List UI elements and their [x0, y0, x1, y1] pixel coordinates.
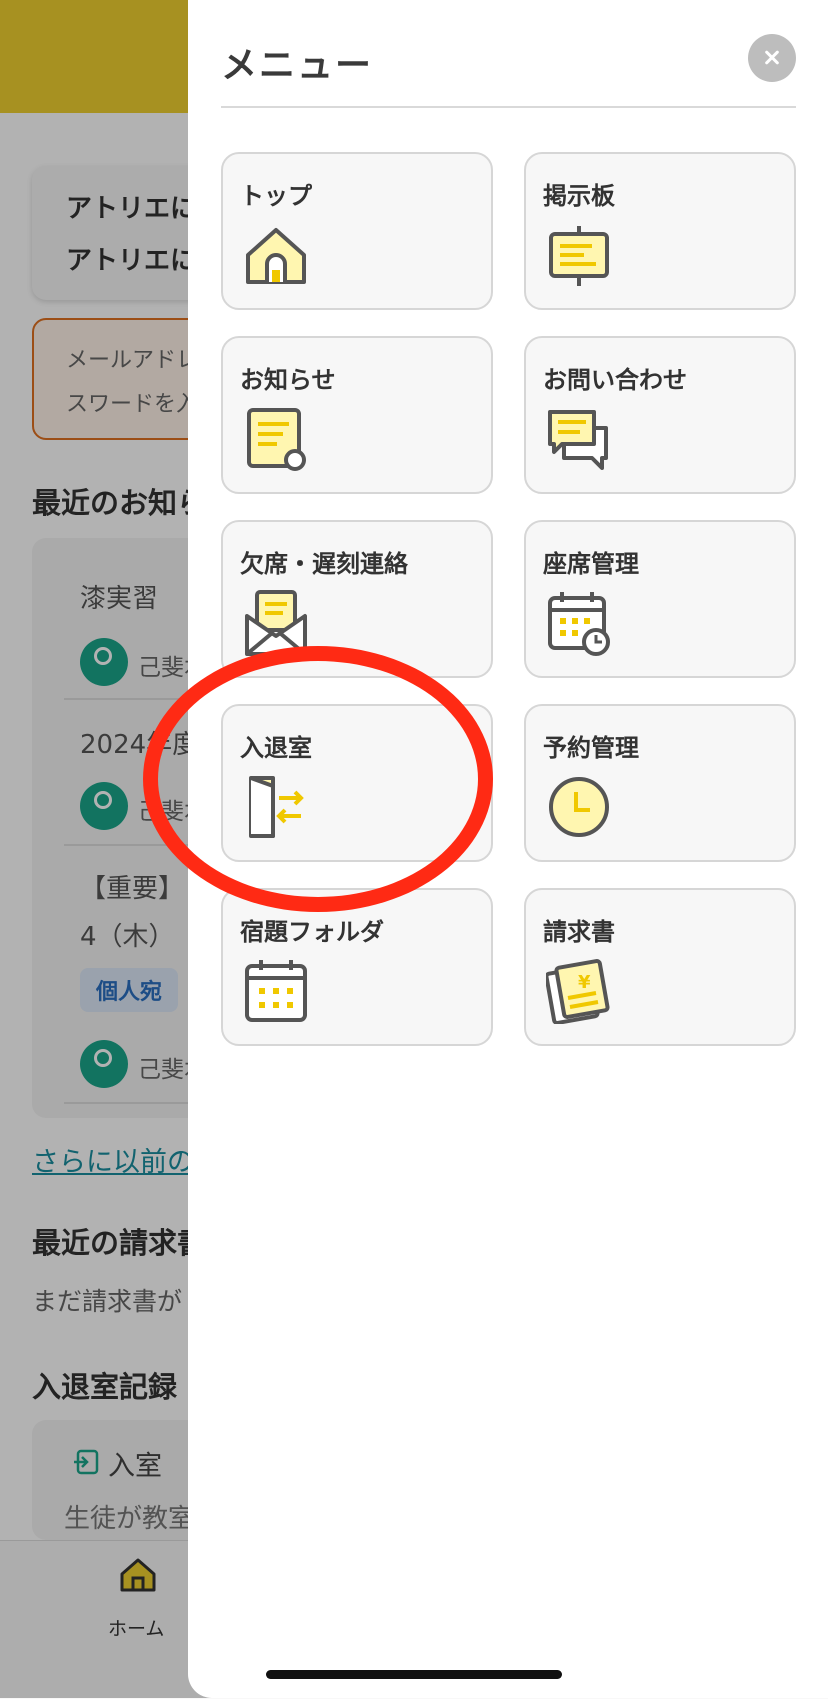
svg-text:¥: ¥ — [578, 972, 591, 993]
menu-item-label: 掲示板 — [543, 182, 615, 210]
highlight-circle — [143, 646, 493, 912]
chat-bubbles-icon — [548, 410, 608, 470]
menu-item-label: お知らせ — [240, 366, 336, 394]
menu-item-label: 欠席・遅刻連絡 — [240, 550, 408, 578]
menu-item-inquiry[interactable]: お問い合わせ — [524, 336, 796, 494]
close-button[interactable] — [748, 34, 796, 82]
calendar-grid-icon — [245, 960, 307, 1022]
menu-item-label: お問い合わせ — [543, 366, 687, 394]
menu-item-label: 請求書 — [543, 918, 615, 946]
menu-item-label: トップ — [240, 182, 312, 210]
clock-icon — [549, 777, 609, 837]
notice-document-icon — [247, 408, 306, 471]
home-icon — [246, 228, 306, 284]
menu-title: メニュー — [221, 45, 374, 86]
menu-divider — [221, 106, 796, 108]
menu-item-label: 座席管理 — [543, 550, 639, 578]
menu-item-top[interactable]: トップ — [221, 152, 493, 310]
menu-item-homework-folder[interactable]: 宿題フォルダ — [221, 888, 493, 1046]
menu-item-bulletin-board[interactable]: 掲示板 — [524, 152, 796, 310]
menu-item-invoice[interactable]: 請求書 ¥ — [524, 888, 796, 1046]
calendar-clock-icon — [548, 592, 610, 656]
menu-item-notices[interactable]: お知らせ — [221, 336, 493, 494]
home-indicator — [266, 1670, 562, 1679]
bulletin-board-icon — [549, 226, 609, 286]
menu-item-seat-management[interactable]: 座席管理 — [524, 520, 796, 678]
menu-item-label: 予約管理 — [543, 734, 639, 762]
invoice-yen-icon: ¥ — [546, 959, 610, 1024]
menu-item-reservation[interactable]: 予約管理 — [524, 704, 796, 862]
menu-item-label: 宿題フォルダ — [240, 918, 384, 946]
